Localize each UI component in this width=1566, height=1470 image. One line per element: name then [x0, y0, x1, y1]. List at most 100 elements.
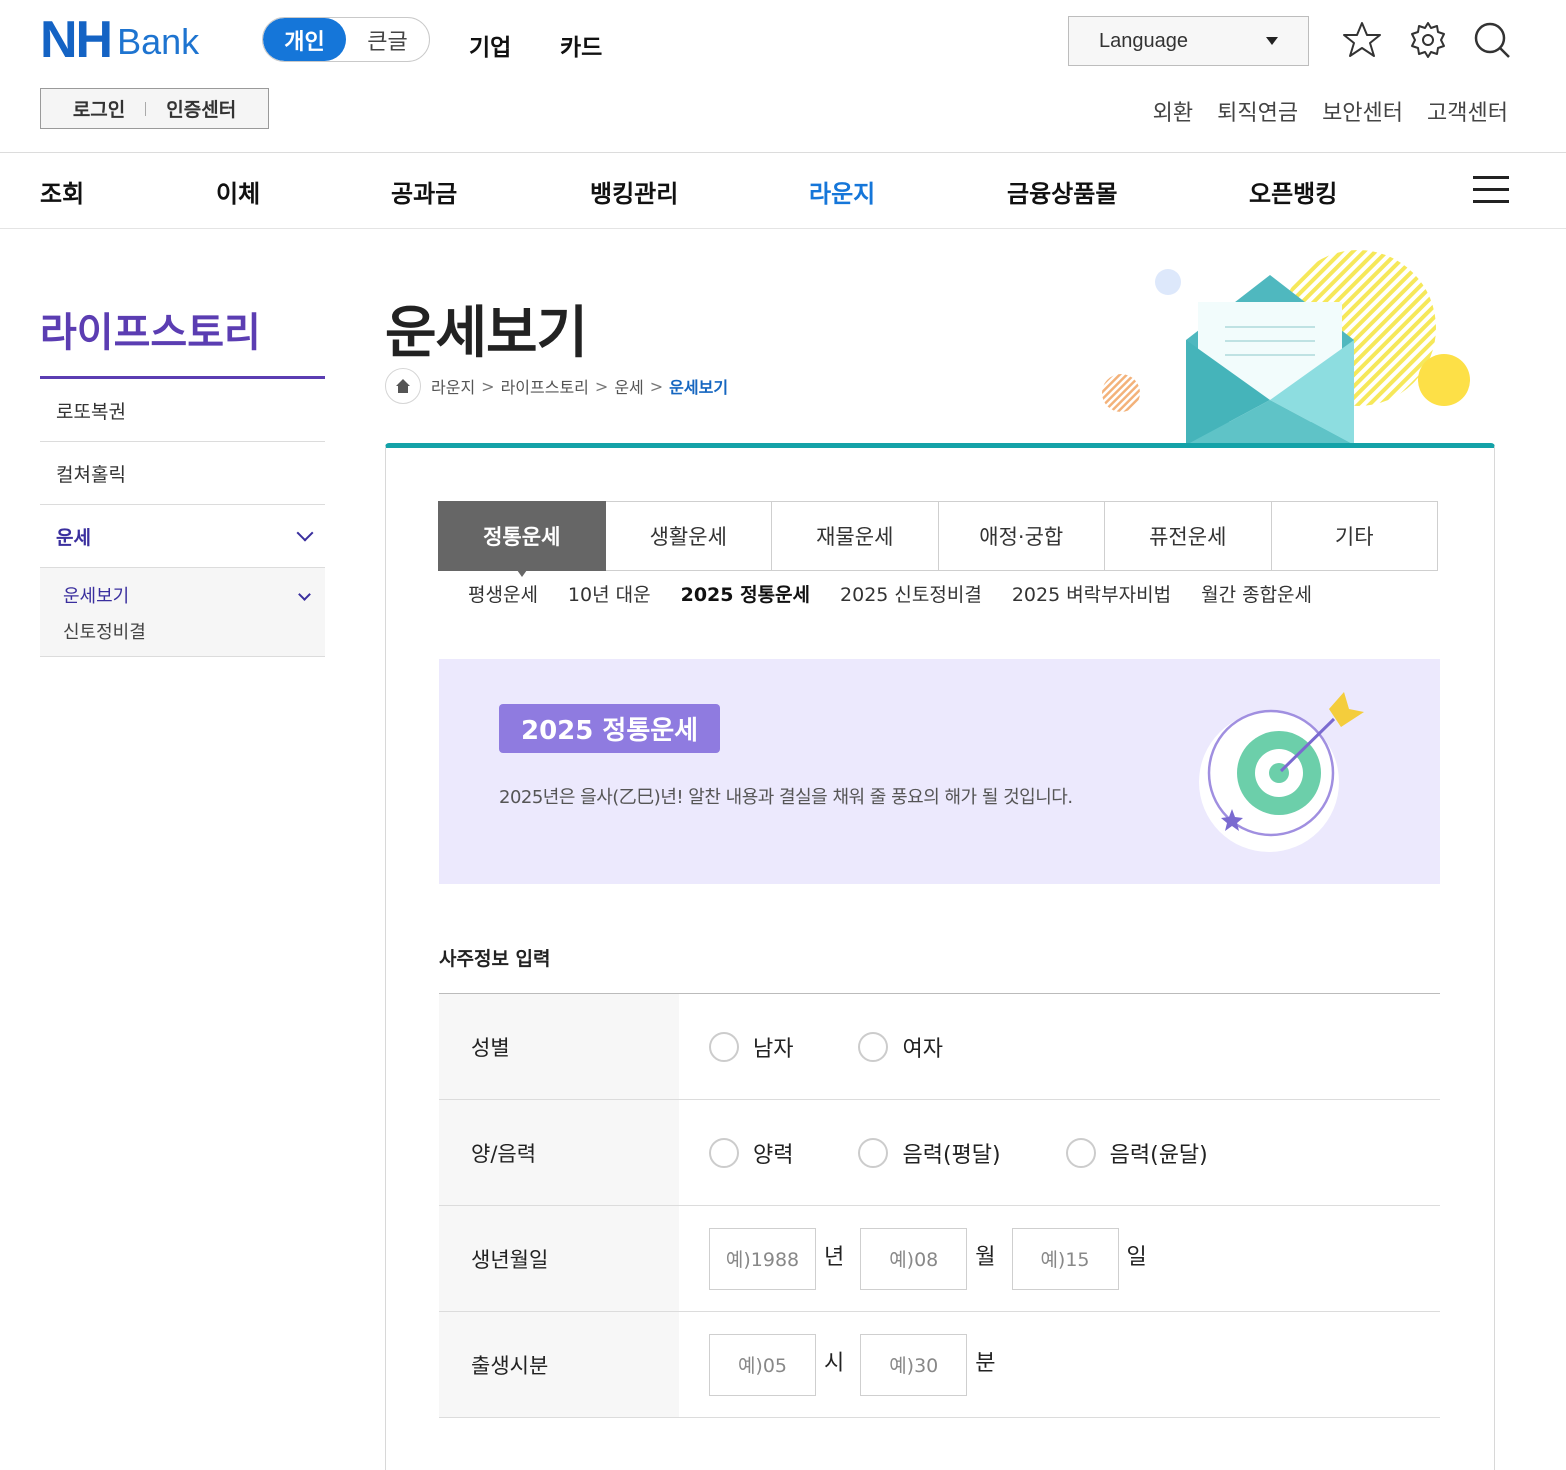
radio-circle-icon	[858, 1137, 889, 1168]
radio-female-label: 여자	[902, 1036, 943, 1062]
banner-description: 2025년은 을사(乙巳)년! 알찬 내용과 결실을 채워 줄 풍요의 해가 될…	[499, 787, 1073, 808]
subtab-lifetime[interactable]: 평생운세	[468, 580, 538, 607]
radio-female[interactable]: 여자	[858, 1031, 943, 1063]
fortune-tabs: 정통운세 생활운세 재물운세 애정·궁합 퓨전운세 기타	[438, 501, 1438, 577]
radio-solar[interactable]: 양력	[709, 1137, 793, 1169]
gnb-lounge[interactable]: 라운지	[809, 174, 875, 209]
birth-month-input[interactable]: 예)08	[860, 1227, 968, 1290]
util-link-pension[interactable]: 퇴직연금	[1217, 95, 1298, 127]
lnb-item-culture[interactable]: 컬쳐홀릭	[40, 442, 325, 505]
lnb-sub-tojeong[interactable]: 신토정비결	[63, 618, 146, 644]
chevron-right-icon: >	[594, 376, 609, 396]
tab-love[interactable]: 애정·궁합	[938, 501, 1105, 571]
gnb-top-border	[0, 152, 1566, 153]
util-link-fx[interactable]: 외환	[1153, 95, 1193, 127]
mode-toggle: 개인 큰글	[262, 17, 430, 62]
language-select-label: Language	[1099, 29, 1188, 52]
radio-male[interactable]: 남자	[709, 1031, 793, 1063]
subtab-2025-rich[interactable]: 2025 벼락부자비법	[1012, 580, 1171, 607]
subtab-monthly[interactable]: 월간 종합운세	[1201, 580, 1312, 607]
star-icon[interactable]	[1342, 20, 1382, 60]
fortune-banner: 2025 정통운세 2025년은 을사(乙巳)년! 알찬 내용과 결실을 채워 …	[439, 659, 1440, 884]
envelope-illustration	[1102, 250, 1470, 445]
calendar-label: 양/음력	[439, 1100, 679, 1205]
divider	[145, 101, 147, 116]
chevron-down-icon	[298, 588, 311, 601]
target-icon	[1199, 692, 1364, 852]
personal-mode-button[interactable]: 개인	[263, 18, 346, 61]
lnb-sub-fortune-view[interactable]: 운세보기	[63, 582, 129, 608]
nh-bank-logo[interactable]: NH Bank	[40, 11, 200, 69]
form-row-birthdate: 생년월일 예)1988 년 예)08 월 예)15 일	[439, 1206, 1440, 1312]
radio-solar-label: 양력	[753, 1142, 794, 1168]
hamburger-menu-icon[interactable]	[1473, 176, 1509, 204]
subtab-2025-classic[interactable]: 2025 정통운세	[681, 580, 810, 607]
minute-unit: 분	[975, 1350, 996, 1376]
birth-hour-input[interactable]: 예)05	[709, 1333, 816, 1396]
breadcrumb-item[interactable]: 운세	[614, 374, 643, 398]
gnb-bottom-border	[0, 228, 1566, 229]
month-unit: 월	[975, 1244, 996, 1270]
tab-classic[interactable]: 정통운세	[438, 501, 606, 577]
lnb-item-lotto[interactable]: 로또복권	[40, 379, 325, 442]
hour-unit: 시	[824, 1350, 845, 1376]
saju-form: 성별 남자 여자 양/음력 양력 음력(평달) 음력(윤달) 생년월일 예)19…	[439, 993, 1440, 1418]
logo-bank-text: Bank	[117, 21, 200, 62]
banner-badge: 2025 정통운세	[499, 704, 721, 753]
subtab-2025-tojeong[interactable]: 2025 신토정비결	[840, 580, 982, 607]
language-select[interactable]: Language	[1068, 16, 1309, 66]
bigtext-mode-button[interactable]: 큰글	[346, 18, 429, 61]
home-icon[interactable]	[385, 368, 421, 404]
form-row-calendar: 양/음력 양력 음력(평달) 음력(윤달)	[439, 1100, 1440, 1206]
year-unit: 년	[824, 1244, 845, 1270]
tab-wealth[interactable]: 재물운세	[772, 501, 939, 571]
radio-lunar-normal[interactable]: 음력(평달)	[858, 1137, 1001, 1169]
gnb-inquiry[interactable]: 조회	[40, 174, 84, 209]
tab-fusion[interactable]: 퓨전운세	[1105, 501, 1272, 571]
birth-minute-input[interactable]: 예)30	[860, 1333, 968, 1396]
card-link[interactable]: 카드	[560, 28, 602, 62]
birthdate-label: 생년월일	[439, 1206, 679, 1311]
util-link-security[interactable]: 보안센터	[1322, 95, 1403, 127]
cert-center-button[interactable]: 인증센터	[166, 95, 236, 122]
corporate-link[interactable]: 기업	[469, 28, 511, 62]
fortune-subtabs: 평생운세 10년 대운 2025 정통운세 2025 신토정비결 2025 벼락…	[468, 580, 1312, 607]
tab-etc[interactable]: 기타	[1271, 501, 1438, 571]
gnb-utility-bills[interactable]: 공과금	[391, 174, 457, 209]
gnb-banking-mgmt[interactable]: 뱅킹관리	[590, 174, 678, 209]
subtab-10year[interactable]: 10년 대운	[568, 580, 651, 607]
form-row-gender: 성별 남자 여자	[439, 994, 1440, 1100]
form-title: 사주정보 입력	[439, 948, 551, 970]
breadcrumb-item[interactable]: 라운지	[431, 374, 475, 398]
breadcrumb-current: 운세보기	[669, 378, 729, 397]
day-unit: 일	[1126, 1244, 1147, 1270]
gear-icon[interactable]	[1408, 20, 1448, 60]
gender-label: 성별	[439, 994, 679, 1099]
radio-lunar-normal-label: 음력(평달)	[902, 1142, 1001, 1168]
caret-down-icon	[1266, 37, 1278, 45]
login-button[interactable]: 로그인	[73, 95, 125, 122]
gnb-transfer[interactable]: 이체	[216, 174, 260, 209]
breadcrumb-item[interactable]: 라이프스토리	[501, 374, 589, 398]
radio-circle-icon	[709, 1031, 739, 1062]
tab-life[interactable]: 생활운세	[605, 501, 772, 571]
gnb-product-mall[interactable]: 금융상품몰	[1007, 174, 1117, 209]
birth-day-input[interactable]: 예)15	[1011, 1227, 1119, 1290]
page-title: 운세보기	[385, 301, 588, 366]
radio-circle-icon	[1065, 1137, 1096, 1168]
chevron-right-icon: >	[649, 376, 664, 396]
lnb-submenu: 운세보기 신토정비결	[40, 568, 325, 657]
gnb-open-banking[interactable]: 오픈뱅킹	[1249, 174, 1337, 209]
radio-male-label: 남자	[753, 1036, 794, 1062]
utility-links: 외환 퇴직연금 보안센터 고객센터	[1153, 95, 1508, 127]
chevron-down-icon	[296, 524, 314, 542]
lnb-item-fortune-label: 운세	[56, 526, 91, 549]
birth-year-input[interactable]: 예)1988	[709, 1227, 816, 1290]
radio-lunar-leap[interactable]: 음력(윤달)	[1065, 1137, 1208, 1169]
lnb-item-fortune[interactable]: 운세	[40, 505, 325, 568]
util-link-customer[interactable]: 고객센터	[1427, 95, 1508, 127]
logo-nh-text: NH	[40, 11, 113, 69]
radio-circle-icon	[858, 1031, 889, 1062]
search-icon[interactable]	[1472, 20, 1512, 60]
chevron-right-icon: >	[481, 376, 495, 396]
